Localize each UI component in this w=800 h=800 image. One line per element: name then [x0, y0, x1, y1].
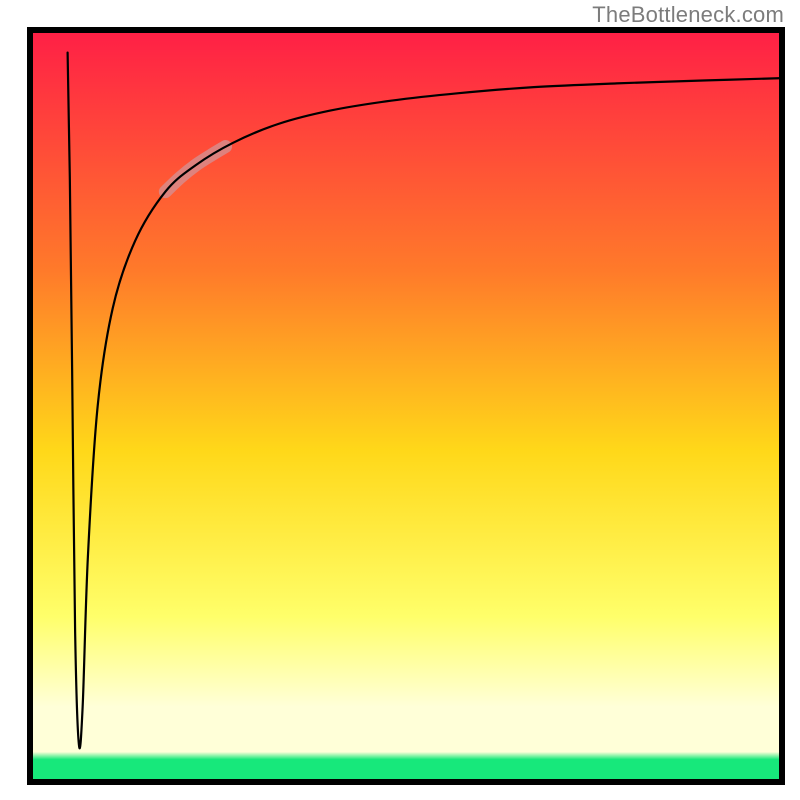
- chart-container: TheBottleneck.com: [0, 0, 800, 800]
- plot-background: [30, 30, 782, 782]
- chart-svg: [0, 0, 800, 800]
- attribution-text: TheBottleneck.com: [592, 2, 784, 28]
